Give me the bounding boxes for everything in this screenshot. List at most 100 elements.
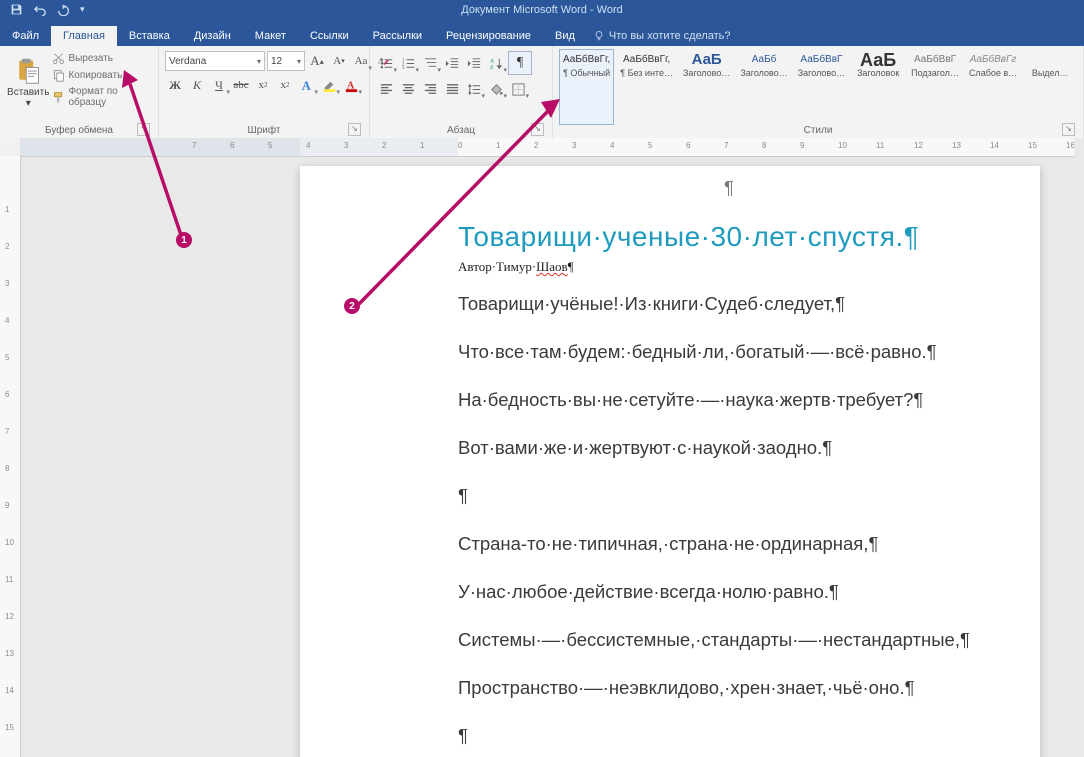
line-spacing-button[interactable] bbox=[464, 79, 484, 99]
indent-icon bbox=[467, 56, 482, 71]
style-name: Слабое в… bbox=[969, 68, 1017, 78]
document-line[interactable]: ¶ bbox=[458, 485, 1000, 507]
style-tile[interactable]: АаБбВвГЗаголово… bbox=[794, 49, 849, 125]
style-preview: АаБбВвГг, bbox=[563, 52, 610, 68]
vertical-ruler[interactable]: 12345678910111213141516 bbox=[0, 156, 21, 757]
document-title[interactable]: Товарищи·ученые·30·лет·спустя.¶ bbox=[458, 221, 1000, 253]
ribbon: Вставить▾ Вырезать Копировать Формат по … bbox=[0, 46, 1084, 139]
horizontal-ruler[interactable]: 7654321012345678910111213141516 bbox=[20, 138, 1074, 157]
italic-button[interactable]: К bbox=[187, 75, 207, 95]
document-line[interactable]: Пространство·—·неэвклидово,·хрен·знает,·… bbox=[458, 677, 1000, 699]
tab-file[interactable]: Файл bbox=[0, 26, 51, 46]
outdent-button[interactable] bbox=[442, 53, 462, 73]
tab-insert[interactable]: Вставка bbox=[117, 26, 182, 46]
tell-me[interactable]: Что вы хотите сделать? bbox=[587, 26, 737, 46]
font-size-select[interactable]: 12 bbox=[267, 51, 305, 71]
align-right-button[interactable] bbox=[420, 79, 440, 99]
tab-layout[interactable]: Макет bbox=[243, 26, 298, 46]
dialog-launcher-icon[interactable]: ↘ bbox=[348, 123, 361, 136]
format-painter-icon bbox=[52, 91, 65, 104]
align-center-button[interactable] bbox=[398, 79, 418, 99]
cut-button[interactable]: Вырезать bbox=[50, 51, 152, 66]
dialog-launcher-icon[interactable]: ↘ bbox=[1062, 123, 1075, 136]
numbering-icon: 123 bbox=[401, 56, 416, 71]
shrink-font-button[interactable]: A▾ bbox=[329, 51, 349, 71]
tab-home[interactable]: Главная bbox=[51, 26, 117, 46]
align-center-icon bbox=[401, 82, 416, 97]
bold-button[interactable]: Ж bbox=[165, 75, 185, 95]
style-preview: АаБбВвГг bbox=[969, 52, 1017, 68]
dialog-launcher-icon[interactable]: ↘ bbox=[137, 123, 150, 136]
justify-button[interactable] bbox=[442, 79, 462, 99]
document-line[interactable]: Вот·вами·же·и·жертвуют·с·наукой·заодно.¶ bbox=[458, 437, 1000, 459]
style-name: Заголово… bbox=[740, 68, 787, 78]
document-line[interactable]: На·бедность·вы·не·сетуйте·—·наука·жертв·… bbox=[458, 389, 1000, 411]
copy-button[interactable]: Копировать bbox=[50, 68, 152, 83]
indent-button[interactable] bbox=[464, 53, 484, 73]
style-tile[interactable]: АаБбЗаголово… bbox=[736, 49, 791, 125]
shading-button[interactable] bbox=[486, 79, 506, 99]
document-line[interactable]: ¶ bbox=[458, 725, 1000, 747]
document-line[interactable]: Страна-то·не·типичная,·страна·не·ординар… bbox=[458, 533, 1000, 555]
subscript-button[interactable]: x2 bbox=[253, 75, 273, 95]
font-color-button[interactable]: A bbox=[341, 75, 361, 95]
window-title: Документ Microsoft Word - Word bbox=[0, 4, 1084, 16]
style-preview: АаБ bbox=[855, 52, 901, 68]
paste-button[interactable]: Вставить▾ bbox=[6, 49, 50, 117]
document-body[interactable]: ¶ Товарищи·ученые·30·лет·спустя.¶ Автор·… bbox=[458, 178, 1000, 757]
svg-text:A: A bbox=[489, 58, 494, 64]
tab-design[interactable]: Дизайн bbox=[182, 26, 243, 46]
justify-icon bbox=[445, 82, 460, 97]
document-page[interactable]: ¶ Товарищи·ученые·30·лет·спустя.¶ Автор·… bbox=[300, 166, 1040, 757]
document-line[interactable]: Что·все·там·будем:·бедный·ли,·богатый·—·… bbox=[458, 341, 1000, 363]
style-tile[interactable]: АаБбВвГг,¶ Обычный bbox=[559, 49, 614, 125]
document-line[interactable]: Товарищи·учёные!·Из·книги·Судеб·следует,… bbox=[458, 293, 1000, 315]
tab-review[interactable]: Рецензирование bbox=[434, 26, 543, 46]
tab-mailings[interactable]: Рассылки bbox=[361, 26, 434, 46]
strike-button[interactable]: abc bbox=[231, 75, 251, 95]
style-tile[interactable]: АаБЗаголовок bbox=[851, 49, 905, 125]
title-bar: ▾ Документ Microsoft Word - Word bbox=[0, 0, 1084, 24]
align-right-icon bbox=[423, 82, 438, 97]
superscript-button[interactable]: x2 bbox=[275, 75, 295, 95]
style-preview: АаБ bbox=[683, 52, 730, 68]
tab-view[interactable]: Вид bbox=[543, 26, 587, 46]
tab-references[interactable]: Ссылки bbox=[298, 26, 361, 46]
style-tile[interactable]: АаБЗаголово… bbox=[679, 49, 734, 125]
style-preview: АаБбВвГг, bbox=[620, 52, 673, 68]
document-line[interactable]: Системы·—·бессистемные,·стандарты·—·нест… bbox=[458, 629, 1000, 651]
svg-text:Z: Z bbox=[489, 65, 493, 71]
change-case-button[interactable]: Aa bbox=[351, 51, 371, 71]
borders-button[interactable] bbox=[508, 79, 528, 99]
group-label: Шрифт↘ bbox=[165, 125, 363, 137]
style-name: Заголово… bbox=[798, 68, 845, 78]
style-tile[interactable]: АаБбВвГгСлабое в… bbox=[965, 49, 1021, 125]
format-painter-button[interactable]: Формат по образцу bbox=[50, 85, 152, 109]
style-tile[interactable]: АаБбВвГПодзагол… bbox=[907, 49, 963, 125]
align-left-button[interactable] bbox=[376, 79, 396, 99]
multilevel-button[interactable] bbox=[420, 53, 440, 73]
style-tile[interactable]: АаБбВвГг,¶ Без инте… bbox=[616, 49, 677, 125]
highlight-button[interactable] bbox=[319, 75, 339, 95]
workspace: 7654321012345678910111213141516 12345678… bbox=[0, 138, 1084, 757]
show-hide-pilcrow-button[interactable]: ¶ bbox=[508, 51, 532, 75]
sort-button[interactable]: AZ bbox=[486, 53, 506, 73]
group-paragraph: 123 AZ ¶ Абзац↘ bbox=[370, 46, 553, 138]
document-line[interactable]: У·нас·любое·действие·всегда·нолю·равно.¶ bbox=[458, 581, 1000, 603]
style-name: Выдел… bbox=[1027, 68, 1073, 78]
bullets-button[interactable] bbox=[376, 53, 396, 73]
scissors-icon bbox=[52, 52, 65, 65]
font-name-select[interactable]: Verdana bbox=[165, 51, 265, 71]
style-tile[interactable]: Выдел… bbox=[1023, 49, 1077, 125]
text-effects-button[interactable]: A bbox=[297, 75, 317, 95]
svg-text:3: 3 bbox=[401, 66, 404, 71]
numbering-button[interactable]: 123 bbox=[398, 53, 418, 73]
outdent-icon bbox=[445, 56, 460, 71]
style-name: Заголовок bbox=[855, 68, 901, 78]
author-line[interactable]: Автор·Тимур·Шаов¶ bbox=[458, 259, 1000, 275]
grow-font-button[interactable]: A▴ bbox=[307, 51, 327, 71]
dialog-launcher-icon[interactable]: ↘ bbox=[531, 123, 544, 136]
underline-button[interactable]: Ч bbox=[209, 75, 229, 95]
style-preview bbox=[1027, 52, 1073, 68]
svg-text:A: A bbox=[301, 79, 310, 93]
